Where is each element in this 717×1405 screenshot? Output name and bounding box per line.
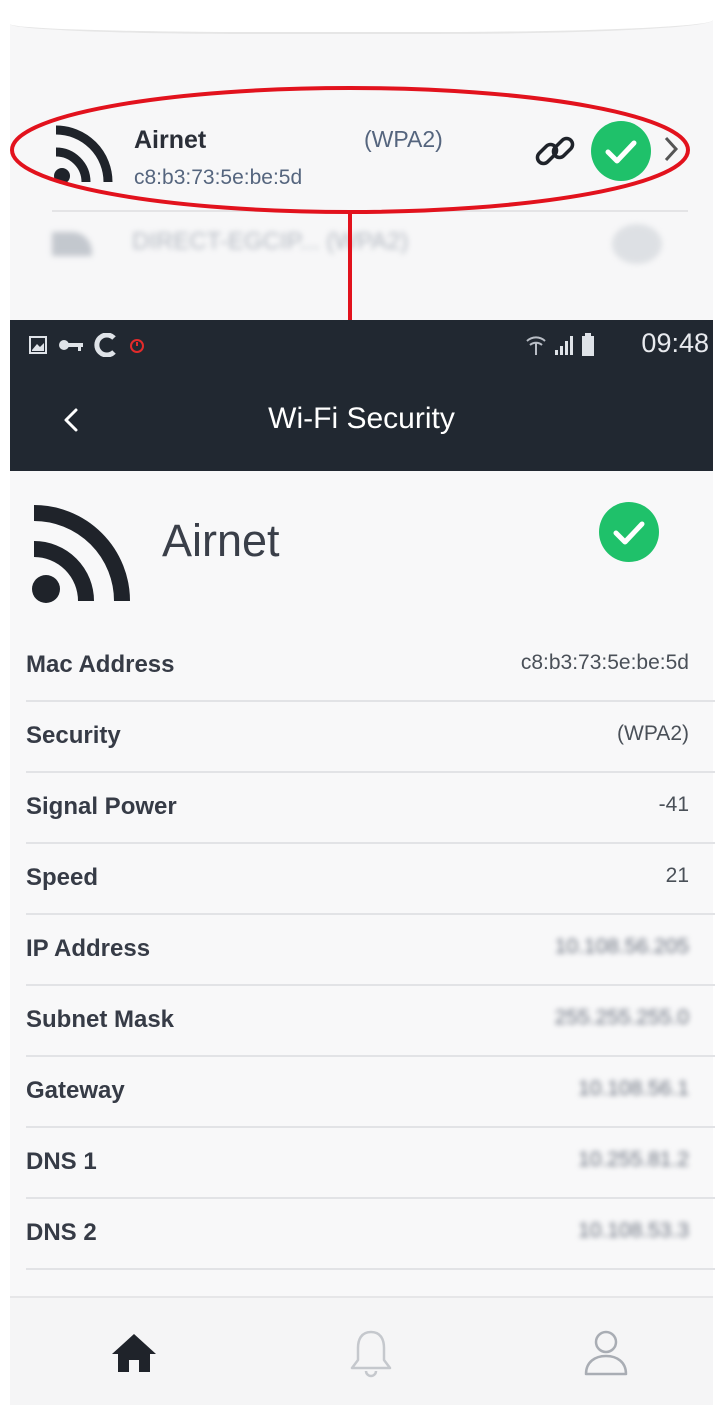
detail-row-signal-power: Signal Power -41 — [26, 773, 715, 844]
detail-row-ip-address: IP Address 10.108.56.205 — [26, 915, 715, 986]
network-name-heading: Airnet — [162, 515, 280, 566]
network-security: (WPA2) — [364, 126, 443, 152]
detail-row-security: Security (WPA2) — [26, 702, 715, 773]
detail-value: (WPA2) — [617, 722, 689, 745]
detail-row-mac-address: Mac Address c8:b3:73:5e:be:5d — [26, 631, 715, 702]
timer-notification-icon — [130, 339, 144, 353]
partial-network-label: DIRECT-EGCIP... (WPA2) — [132, 228, 409, 255]
link-icon — [535, 136, 575, 166]
status-bar: 09:48 — [10, 320, 713, 370]
check-circle-icon — [599, 502, 659, 562]
detail-label: IP Address — [26, 935, 151, 962]
wifi-signal-icon — [32, 505, 130, 603]
check-circle-icon — [591, 121, 651, 181]
detail-value: 21 — [665, 864, 689, 887]
bottom-navigation — [10, 1296, 713, 1405]
status-icons-right — [525, 332, 595, 358]
detail-value-redacted: 10.108.53.3 — [578, 1219, 689, 1242]
detail-label: Subnet Mask — [26, 1006, 175, 1033]
detail-row-subnet-mask: Subnet Mask 255.255.255.0 — [26, 986, 715, 1057]
bell-icon[interactable] — [343, 1324, 399, 1380]
status-time: 09:48 — [641, 328, 709, 358]
detail-row-dns-1: DNS 1 10.255.81.2 — [26, 1128, 715, 1199]
list-divider — [52, 210, 688, 212]
home-icon[interactable] — [106, 1324, 162, 1380]
image-notification-icon — [29, 336, 47, 354]
network-details: Airnet Mac Address c8:b3:73:5e:be:5d Sec… — [10, 471, 715, 1296]
detail-value-redacted: 10.108.56.205 — [554, 935, 689, 958]
details-list: Mac Address c8:b3:73:5e:be:5d Security (… — [26, 631, 715, 1270]
network-list-crop: Airnet c8:b3:73:5e:be:5d (WPA2) DIRECT-E… — [10, 0, 713, 320]
detail-value: c8:b3:73:5e:be:5d — [520, 651, 689, 674]
detail-row-speed: Speed 21 — [26, 844, 715, 915]
network-list-item[interactable]: Airnet c8:b3:73:5e:be:5d (WPA2) — [10, 100, 713, 210]
detail-label: DNS 2 — [26, 1219, 97, 1246]
status-circle-icon — [612, 224, 662, 264]
detail-label: DNS 1 — [26, 1148, 97, 1175]
detail-row-dns-2: DNS 2 10.108.53.3 — [26, 1199, 715, 1270]
detail-label: Speed — [26, 864, 99, 891]
detail-value-redacted: 10.255.81.2 — [578, 1148, 689, 1171]
detail-value-redacted: 10.108.56.1 — [578, 1077, 689, 1100]
battery-icon — [582, 333, 594, 356]
chevron-right-icon — [664, 136, 679, 162]
network-list-item-partial: DIRECT-EGCIP... (WPA2) — [52, 224, 692, 264]
network-mac: c8:b3:73:5e:be:5d — [134, 166, 303, 189]
user-icon[interactable] — [578, 1324, 634, 1380]
cell-signal-icon — [555, 336, 573, 355]
torn-paper-edge — [10, 0, 713, 34]
status-icons-left — [28, 332, 146, 358]
detail-value-redacted: 255.255.255.0 — [554, 1006, 689, 1029]
page-title: Wi-Fi Security — [268, 402, 455, 435]
detail-label: Signal Power — [26, 793, 177, 820]
app-bar: Wi-Fi Security — [10, 370, 713, 471]
detail-label: Security — [26, 722, 121, 749]
network-name: Airnet — [134, 126, 207, 154]
detail-label: Gateway — [26, 1077, 125, 1104]
wifi-signal-icon — [52, 232, 92, 256]
vpn-key-icon — [59, 340, 83, 351]
app-c-icon — [94, 333, 116, 357]
wifi-signal-icon — [54, 125, 113, 184]
detail-label: Mac Address — [26, 651, 175, 678]
detail-value: -41 — [658, 793, 689, 816]
detail-row-gateway: Gateway 10.108.56.1 — [26, 1057, 715, 1128]
wifi-status-icon — [526, 336, 546, 355]
